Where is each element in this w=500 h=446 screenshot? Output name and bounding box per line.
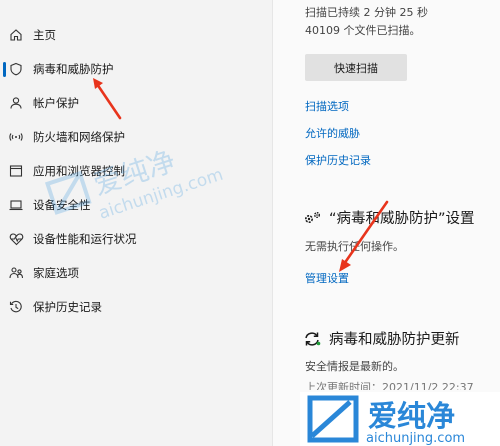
person-icon [8,95,24,111]
sidebar-item-label: 设备性能和运行状况 [33,232,137,246]
sidebar-item-label: 家庭选项 [33,266,79,280]
heart-pulse-icon [8,231,24,247]
gear-settings-icon [303,210,323,226]
scan-duration-text: 扫描已持续 2 分钟 25 秒 [305,6,428,19]
scan-options-link[interactable]: 扫描选项 [305,98,349,114]
home-icon [8,27,24,43]
sidebar-item-device-security[interactable]: 设备安全性 [0,188,272,222]
main-content: 扫描已持续 2 分钟 25 秒 40109 个文件已扫描。 快速扫描 扫描选项 … [273,0,500,446]
manage-settings-link[interactable]: 管理设置 [305,270,349,286]
settings-section-title: “病毒和威胁防护”设置 [303,207,475,228]
laptop-icon [8,197,24,213]
sidebar-item-virus-protection[interactable]: 病毒和威胁防护 [0,52,272,86]
scanned-files-text: 40109 个文件已扫描。 [305,24,421,37]
family-icon [8,265,24,281]
sidebar-item-label: 主页 [33,28,56,42]
sidebar-item-app-browser[interactable]: 应用和浏览器控制 [0,154,272,188]
sidebar-item-history[interactable]: 保护历史记录 [0,290,272,324]
sidebar-item-label: 病毒和威胁防护 [33,62,114,76]
shield-icon [8,61,24,77]
quick-scan-button[interactable]: 快速扫描 [305,54,407,81]
sidebar-item-label: 防火墙和网络保护 [33,130,125,144]
last-update-text: 上次更新时间：2021/11/2 22:37 [305,381,474,390]
updates-section-title: 病毒和威胁防护更新 [303,328,460,349]
refresh-icon [303,331,323,347]
history-icon [8,299,24,315]
sidebar-item-label: 帐户保护 [33,96,79,110]
wifi-icon [8,129,24,145]
protection-history-link[interactable]: 保护历史记录 [305,152,371,168]
sidebar-item-label: 应用和浏览器控制 [33,164,125,178]
sidebar-item-device-performance[interactable]: 设备性能和运行状况 [0,222,272,256]
sidebar-item-firewall[interactable]: 防火墙和网络保护 [0,120,272,154]
sidebar-item-home[interactable]: 主页 [0,18,272,52]
sidebar: 主页 病毒和威胁防护 帐户保护 防火墙和网络保护 应用和浏览器控制 设备安全性 [0,0,272,446]
allowed-threats-link[interactable]: 允许的威胁 [305,125,360,141]
updates-description: 安全情报是最新的。 [305,360,404,373]
sidebar-item-label: 设备安全性 [33,198,91,212]
sidebar-item-label: 保护历史记录 [33,300,102,314]
app-browser-icon [8,163,24,179]
sidebar-item-account[interactable]: 帐户保护 [0,86,272,120]
settings-title-text: “病毒和威胁防护”设置 [329,211,475,227]
updates-title-text: 病毒和威胁防护更新 [329,332,460,348]
settings-description: 无需执行任何操作。 [305,240,404,253]
sidebar-item-family[interactable]: 家庭选项 [0,256,272,290]
